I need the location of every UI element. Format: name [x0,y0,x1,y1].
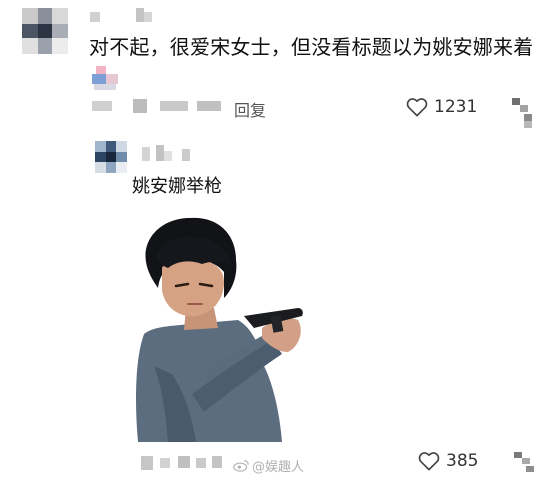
comment-username[interactable] [90,8,160,22]
reply-username[interactable] [142,145,194,161]
comment-meta [92,101,112,111]
watermark: @娱趣人 [233,456,304,475]
comment-like-count: 1231 [434,97,478,117]
heart-outline-icon [418,452,440,471]
weibo-logo-icon [233,460,249,472]
reply-text: 姚安娜举枪 [132,176,222,197]
reply-meta-4 [196,458,206,468]
heart-outline-icon [406,98,428,117]
comment-meta-4 [197,101,221,111]
comment-avatar[interactable] [22,8,68,54]
comment-text: 对不起，很爱宋女士，但没看标题以为姚安娜来着 [89,35,534,59]
comment-meta-3 [160,101,188,111]
reply-image[interactable] [132,216,304,442]
reply-meta [141,456,153,470]
reply-like-count: 385 [446,451,479,471]
person-holding-gun-image [132,216,304,442]
reply-like-button[interactable]: 385 [418,451,478,471]
more-options-icon[interactable] [512,98,532,128]
more-options-icon[interactable] [514,452,534,476]
comment-meta-2 [133,99,147,113]
reply-avatar[interactable] [95,141,127,173]
comment-like-button[interactable]: 1231 [406,97,477,117]
user-badge-icon [92,66,118,90]
reply-meta-3 [178,456,190,468]
watermark-text: @娱趣人 [252,460,305,475]
reply-meta-2 [160,458,170,468]
reply-meta-5 [212,456,222,468]
reply-button[interactable]: 回复 [234,97,266,121]
